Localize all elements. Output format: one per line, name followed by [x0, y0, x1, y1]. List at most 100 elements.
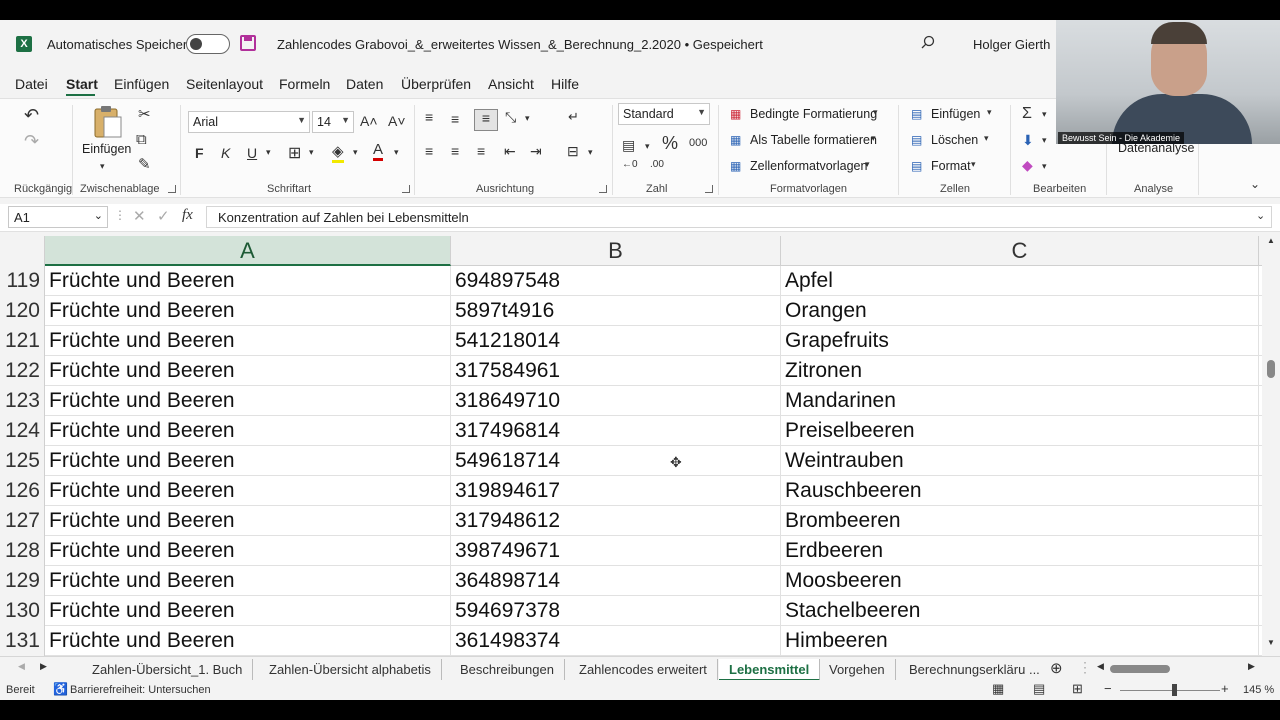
document-title[interactable]: Zahlencodes Grabovoi_&_erweitertes Wisse… [277, 37, 763, 52]
page-break-view-icon[interactable]: ⊞ [1072, 681, 1083, 697]
number-launcher-icon[interactable] [705, 185, 713, 193]
alignment-launcher-icon[interactable] [599, 185, 607, 193]
cell-a[interactable]: Früchte und Beeren [45, 266, 451, 296]
format-painter-icon[interactable]: ✎ [138, 155, 151, 173]
decrease-font-icon[interactable]: A˅ [388, 113, 406, 129]
sheet-tab-active[interactable]: Lebensmittel [719, 659, 821, 681]
align-center-icon[interactable]: ≡ [451, 143, 459, 159]
row-header[interactable]: 121 [0, 326, 45, 356]
name-box[interactable]: A1 ⌄ [8, 206, 108, 228]
save-icon[interactable] [240, 35, 256, 51]
more-options-icon[interactable]: ⋮ [1078, 659, 1092, 676]
row-header[interactable]: 129 [0, 566, 45, 596]
cell-b[interactable]: 318649710 [451, 386, 781, 416]
cell-b[interactable]: 694897548 [451, 266, 781, 296]
column-header-b[interactable]: B [451, 236, 781, 266]
number-format-select[interactable]: Standard ▼ [618, 103, 710, 125]
cell-c[interactable]: Zitronen [781, 356, 1259, 386]
delete-cells-icon[interactable]: ▤ [911, 133, 922, 147]
cancel-icon[interactable]: ✕ [133, 207, 146, 225]
chevron-down-icon[interactable]: ▾ [984, 133, 989, 144]
menu-formeln[interactable]: Formeln [279, 76, 330, 92]
row-header[interactable]: 131 [0, 626, 45, 656]
next-sheet-icon[interactable]: ▶ [40, 661, 47, 672]
increase-decimal-icon[interactable]: ←0 [622, 159, 638, 170]
insert-cells-icon[interactable]: ▤ [911, 107, 922, 121]
align-right-icon[interactable]: ≡ [477, 143, 485, 159]
clear-icon[interactable]: ◆ [1022, 157, 1033, 174]
font-name-select[interactable]: Arial ▼ [188, 111, 310, 133]
cell-styles-icon[interactable]: ▦ [730, 159, 741, 173]
cell-b[interactable]: 317584961 [451, 356, 781, 386]
row-header[interactable]: 130 [0, 596, 45, 626]
confirm-icon[interactable]: ✓ [157, 207, 170, 225]
accessibility-icon[interactable]: ♿ [53, 682, 68, 696]
row-header[interactable]: 128 [0, 536, 45, 566]
cell-c[interactable]: Brombeeren [781, 506, 1259, 536]
increase-indent-icon[interactable]: ⇥ [530, 143, 542, 160]
font-color-icon[interactable]: A [373, 141, 384, 161]
search-icon[interactable] [921, 35, 935, 49]
expand-formula-icon[interactable]: ⌄ [1256, 209, 1265, 222]
paste-label[interactable]: Einfügen [82, 142, 131, 156]
row-header[interactable]: 124 [0, 416, 45, 446]
sheet-tab[interactable]: Vorgehen [819, 659, 896, 681]
sheet-tab[interactable]: Zahlen-Übersicht alphabetis [259, 659, 442, 681]
accessibility-status[interactable]: Barrierefreiheit: Untersuchen [70, 684, 211, 696]
paste-dropdown-icon[interactable]: ▾ [100, 161, 105, 172]
fill-icon[interactable]: ⬇ [1022, 132, 1034, 149]
scroll-down-icon[interactable]: ▼ [1267, 638, 1275, 647]
chevron-down-icon[interactable]: ▾ [865, 159, 870, 170]
insert-function-button[interactable]: fx [182, 207, 193, 224]
row-header[interactable]: 127 [0, 506, 45, 536]
orientation-icon[interactable]: ⤡ [505, 109, 516, 126]
wrap-text-icon[interactable]: ↵ [568, 109, 579, 125]
chevron-down-icon[interactable]: ▾ [588, 147, 593, 158]
cell-a[interactable]: Früchte und Beeren [45, 416, 451, 446]
autosum-icon[interactable]: Σ [1022, 105, 1032, 123]
cell-c[interactable]: Stachelbeeren [781, 596, 1259, 626]
merge-cells-icon[interactable]: ⊟ [567, 143, 579, 160]
paste-icon[interactable] [92, 105, 124, 139]
increase-font-icon[interactable]: A˄ [360, 113, 378, 129]
row-header[interactable]: 123 [0, 386, 45, 416]
cell-a[interactable]: Früchte und Beeren [45, 596, 451, 626]
cell-c[interactable]: Himbeeren [781, 626, 1259, 656]
cell-b[interactable]: 317948612 [451, 506, 781, 536]
undo-icon[interactable]: ↶ [24, 105, 39, 126]
scroll-right-icon[interactable]: ▶ [1248, 661, 1255, 672]
row-header[interactable]: 119 [0, 266, 45, 296]
cell-a[interactable]: Früchte und Beeren [45, 446, 451, 476]
thousands-separator-button[interactable]: 000 [689, 137, 707, 149]
page-layout-view-icon[interactable]: ▤ [1033, 681, 1045, 697]
zoom-in-icon[interactable]: + [1221, 681, 1229, 696]
add-sheet-icon[interactable]: ⊕ [1050, 659, 1063, 677]
currency-icon[interactable]: ▤ [622, 137, 635, 154]
align-left-icon[interactable]: ≡ [425, 143, 433, 159]
cell-a[interactable]: Früchte und Beeren [45, 566, 451, 596]
cell-a[interactable]: Früchte und Beeren [45, 386, 451, 416]
chevron-down-icon[interactable]: ▾ [266, 147, 271, 158]
user-name[interactable]: Holger Gierth [973, 37, 1050, 52]
cell-c[interactable]: Orangen [781, 296, 1259, 326]
cell-a[interactable]: Früchte und Beeren [45, 356, 451, 386]
align-middle-icon[interactable]: ≡ [451, 111, 459, 127]
vertical-scrollbar[interactable]: ▲ ▼ [1262, 236, 1280, 676]
menu-daten[interactable]: Daten [346, 76, 383, 92]
cell-b[interactable]: 319894617 [451, 476, 781, 506]
zoom-slider-thumb[interactable] [1172, 684, 1177, 696]
decrease-indent-icon[interactable]: ⇤ [504, 143, 516, 160]
borders-icon[interactable]: ⊞ [288, 143, 301, 163]
conditional-format-button[interactable]: Bedingte Formatierung [750, 107, 877, 121]
cell-a[interactable]: Früchte und Beeren [45, 506, 451, 536]
cell-a[interactable]: Früchte und Beeren [45, 536, 451, 566]
column-header-c[interactable]: C [781, 236, 1259, 266]
format-cells-button[interactable]: Format [931, 159, 971, 173]
horizontal-scroll-thumb[interactable] [1110, 665, 1170, 673]
row-header[interactable]: 125 [0, 446, 45, 476]
cell-c[interactable]: Apfel [781, 266, 1259, 296]
formula-input[interactable]: Konzentration auf Zahlen bei Lebensmitte… [206, 206, 1272, 228]
cell-b[interactable]: 398749671 [451, 536, 781, 566]
column-header-a[interactable]: A [45, 236, 451, 266]
menu-seitenlayout[interactable]: Seitenlayout [186, 76, 263, 92]
